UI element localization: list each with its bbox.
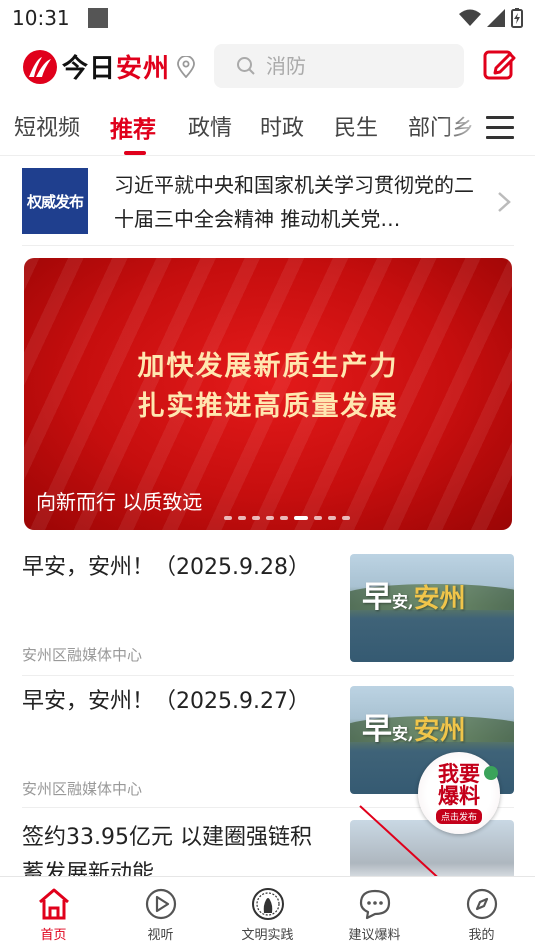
phone-icon xyxy=(484,766,498,780)
carousel-dot[interactable] xyxy=(238,516,246,520)
edit-icon[interactable] xyxy=(482,48,516,82)
news-title: 早安，安州！（2025.9.28） xyxy=(22,555,310,580)
banner-headline-2: 扎实推进高质量发展 xyxy=(137,391,399,422)
carousel-dot[interactable] xyxy=(294,516,308,520)
nav-label: 我的 xyxy=(468,928,495,943)
thumb-text: 早安,安州 xyxy=(362,704,466,748)
location-icon xyxy=(177,55,195,78)
news-title: 早安，安州！（2025.9.27） xyxy=(22,689,310,714)
carousel-dot[interactable] xyxy=(252,516,260,520)
app-logo[interactable]: 今日安州 xyxy=(22,48,196,85)
carousel-dots xyxy=(224,516,350,520)
chat-icon xyxy=(359,889,390,920)
report-badge-line1: 我要 xyxy=(438,760,480,786)
thumb-text-b: 安, xyxy=(392,724,414,743)
compass-icon xyxy=(466,888,497,920)
logo-text-a: 今日 xyxy=(62,54,117,84)
thumb-text-a: 早 xyxy=(362,580,392,615)
report-badge-line2: 爆料 xyxy=(438,782,480,808)
wifi-icon xyxy=(459,9,481,26)
notice-text: 习近平就中央和国家机关学习贯彻党的二十届三中全会精神 推动机关党… xyxy=(114,173,474,231)
tabs-fade xyxy=(440,104,490,154)
thumb-text-b: 安, xyxy=(392,592,414,611)
news-thumbnail xyxy=(350,820,514,876)
chevron-right-icon xyxy=(498,192,511,212)
logo-mark-icon xyxy=(23,49,57,84)
report-float-button[interactable]: 我要 爆料 点击发布 xyxy=(418,752,500,834)
play-icon xyxy=(145,888,176,920)
banner-caption: 向新而行 以质致远 xyxy=(36,490,203,514)
carousel-dot[interactable] xyxy=(280,516,288,520)
news-source: 安州区融媒体中心 xyxy=(22,646,143,664)
nav-media[interactable]: 视听 xyxy=(107,877,214,951)
logo-text-b: 安州 xyxy=(116,54,171,84)
nav-label: 文明实践 xyxy=(241,928,294,943)
battery-icon xyxy=(511,8,523,28)
hero-banner[interactable]: 加快发展新质生产力 扎实推进高质量发展 向新而行 以质致远 xyxy=(24,258,512,530)
carousel-dot[interactable] xyxy=(328,516,336,520)
nav-label: 视听 xyxy=(147,928,174,943)
status-icons xyxy=(459,8,523,28)
nav-civilization[interactable]: 文明实践 xyxy=(214,877,321,951)
news-thumbnail: 早安,安州 xyxy=(350,554,514,662)
carousel-dot[interactable] xyxy=(342,516,350,520)
carousel-dot[interactable] xyxy=(266,516,274,520)
thumb-text: 早安,安州 xyxy=(362,572,466,616)
nav-label: 建议爆料 xyxy=(348,928,401,943)
thumb-text-c: 安州 xyxy=(413,716,466,746)
authority-badge: 权威发布 xyxy=(22,168,88,234)
bottom-navigation: 首页 视听 文明实践 建议爆料 我的 xyxy=(0,876,535,951)
signal-icon xyxy=(487,9,505,27)
news-source: 安州区融媒体中心 xyxy=(22,780,143,798)
tab-recommend[interactable]: 推荐 xyxy=(110,110,156,144)
tab-short-video[interactable]: 短视频 xyxy=(14,110,80,142)
logo-text: 今日安州 xyxy=(62,48,170,85)
carousel-dot[interactable] xyxy=(224,516,232,520)
tab-politics[interactable]: 政情 xyxy=(188,110,232,142)
app-header: 今日安州 xyxy=(0,40,535,94)
app-screen: 10:31 今日安州 消防 短视频 推荐 政情 时政 民生 权威发布 习近平就中… xyxy=(0,0,535,951)
tab-current-affairs[interactable]: 时政 xyxy=(260,110,304,142)
carousel-dot[interactable] xyxy=(314,516,322,520)
banner-headline-1: 加快发展新质生产力 xyxy=(137,351,399,382)
news-title: 签约33.95亿元 以建圈强链积蓄发展新动能 xyxy=(22,825,312,876)
search-icon xyxy=(237,57,255,75)
nav-suggestion[interactable]: 建议爆料 xyxy=(321,877,428,951)
home-icon xyxy=(38,888,69,920)
status-time: 10:31 xyxy=(12,6,70,30)
nav-profile[interactable]: 我的 xyxy=(428,877,535,951)
nav-home[interactable]: 首页 xyxy=(0,877,107,951)
menu-icon[interactable] xyxy=(486,116,514,144)
authority-notice[interactable]: 权威发布 习近平就中央和国家机关学习贯彻党的二十届三中全会精神 推动机关党… xyxy=(22,160,514,246)
search-input[interactable] xyxy=(266,54,446,78)
nav-label: 首页 xyxy=(40,928,67,943)
emblem-icon xyxy=(251,888,284,920)
thumb-text-c: 安州 xyxy=(413,584,466,614)
tab-livelihood[interactable]: 民生 xyxy=(334,110,378,142)
notification-icon xyxy=(87,8,108,28)
report-badge-tag: 点击发布 xyxy=(435,808,482,824)
news-item[interactable]: 早安，安州！（2025.9.28） 安州区融媒体中心 早安,安州 xyxy=(22,542,514,676)
channel-tabs: 短视频 推荐 政情 时政 民生 部门乡 xyxy=(0,104,535,156)
tab-active-indicator xyxy=(124,151,146,155)
thumb-text-a: 早 xyxy=(362,712,392,747)
status-bar: 10:31 xyxy=(0,0,535,36)
search-bar[interactable] xyxy=(214,44,464,88)
